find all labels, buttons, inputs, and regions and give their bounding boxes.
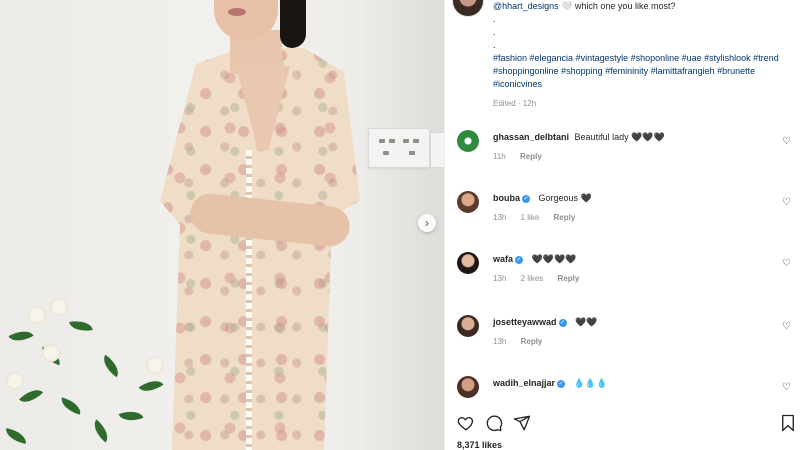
comment-text: 🖤🖤🖤🖤 <box>531 254 577 264</box>
caption-dot: . <box>493 27 496 37</box>
caption-text: 🤍 which one you like most? <box>561 1 676 11</box>
comment-time: 13h <box>493 213 507 222</box>
reply-button[interactable]: Reply <box>520 152 542 161</box>
next-image-button[interactable]: › <box>418 214 436 232</box>
comment-time: 13h <box>493 274 507 283</box>
comment-item: wadih_elnajjar ✓ 💧💧💧 ♡ <box>457 376 797 416</box>
post-caption: @hhart_designs 🤍 which one you like most… <box>493 0 793 110</box>
share-icon <box>513 415 531 431</box>
caption-mention[interactable]: @hhart_designs <box>493 1 559 11</box>
comment-button[interactable] <box>485 414 505 434</box>
heart-icon[interactable]: ♡ <box>782 321 791 332</box>
heart-icon[interactable]: ♡ <box>782 382 791 393</box>
caption-hashtags[interactable]: #fashion #elegancia #vintagestyle #shopo… <box>493 52 793 91</box>
comment-username[interactable]: josetteyawwad <box>493 317 557 327</box>
avatar[interactable] <box>457 376 479 398</box>
caption-dot: . <box>493 14 496 24</box>
save-button[interactable] <box>779 414 799 434</box>
avatar[interactable] <box>457 191 479 213</box>
comment-time: 13h <box>493 337 507 346</box>
comment-text: Gorgeous 🖤 <box>538 193 592 203</box>
dress-button-placket <box>246 150 252 450</box>
verified-icon: ✓ <box>515 255 524 264</box>
bookmark-icon <box>782 414 794 432</box>
comment-icon <box>486 415 503 432</box>
heart-icon[interactable]: ♡ <box>782 136 791 147</box>
wall-socket-edge <box>430 132 444 168</box>
likes-count[interactable]: 8,371 likes <box>457 440 502 450</box>
comment-time: 11h <box>493 152 506 161</box>
avatar[interactable] <box>457 130 479 152</box>
share-button[interactable] <box>513 414 533 434</box>
verified-icon: ✓ <box>558 318 567 327</box>
lips <box>228 8 246 16</box>
avatar[interactable] <box>457 252 479 274</box>
plant <box>0 290 170 450</box>
comment-username[interactable]: wadih_elnajjar <box>493 378 555 388</box>
avatar[interactable] <box>453 0 483 16</box>
wall-socket <box>368 128 430 168</box>
chevron-right-icon: › <box>425 216 429 230</box>
comment-item: ghassan_delbtani Beautiful lady 🖤🖤🖤 11h … <box>457 130 797 170</box>
comments-panel: @hhart_designs 🤍 which one you like most… <box>444 0 800 450</box>
comment-username[interactable]: ghassan_delbtani <box>493 132 569 142</box>
comment-item: wafa ✓ 🖤🖤🖤🖤 13h 2 likes Reply ♡ <box>457 252 797 292</box>
reply-button[interactable]: Reply <box>554 213 576 222</box>
like-button[interactable] <box>457 414 477 434</box>
reply-button[interactable]: Reply <box>521 337 543 346</box>
comment-text: Beautiful lady 🖤🖤🖤 <box>574 132 665 142</box>
comment-text: 🖤🖤 <box>575 317 598 327</box>
caption-dot: . <box>493 40 496 50</box>
heart-icon[interactable]: ♡ <box>782 258 791 269</box>
comment-item: bouba ✓ Gorgeous 🖤 13h 1 like Reply ♡ <box>457 191 797 231</box>
post-image[interactable]: › <box>0 0 444 450</box>
comment-likes[interactable]: 2 likes <box>521 274 544 283</box>
reply-button[interactable]: Reply <box>558 274 580 283</box>
comment-item: josetteyawwad ✓ 🖤🖤 13h Reply ♡ <box>457 315 797 355</box>
action-bar <box>457 414 797 434</box>
comment-username[interactable]: wafa <box>493 254 513 264</box>
caption-edited: Edited · 12h <box>493 99 537 108</box>
verified-icon: ✓ <box>522 194 530 203</box>
hair <box>280 0 306 48</box>
avatar[interactable] <box>457 315 479 337</box>
comment-likes[interactable]: 1 like <box>521 213 540 222</box>
heart-icon[interactable]: ♡ <box>782 197 791 208</box>
heart-icon <box>457 416 474 431</box>
verified-icon: ✓ <box>557 379 566 388</box>
comment-text: 💧💧💧 <box>573 378 608 388</box>
comment-username[interactable]: bouba <box>493 193 520 203</box>
